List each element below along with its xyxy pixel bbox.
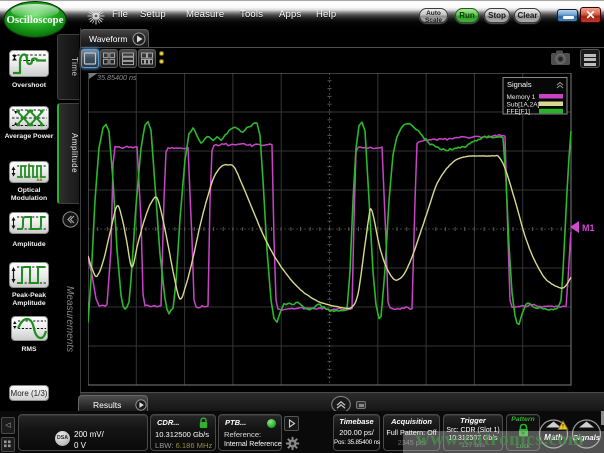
svg-text:FFE[F1]: FFE[F1] xyxy=(507,109,531,116)
svg-text:M1: M1 xyxy=(582,223,595,233)
svg-text:Sub[1A,2A]: Sub[1A,2A] xyxy=(507,102,540,109)
svg-text:Oscilloscope: Oscilloscope xyxy=(7,14,64,26)
svg-text:Memory 1: Memory 1 xyxy=(507,94,536,101)
svg-text:Signals: Signals xyxy=(507,80,532,89)
svg-text:35.85400 ns: 35.85400 ns xyxy=(97,73,137,82)
